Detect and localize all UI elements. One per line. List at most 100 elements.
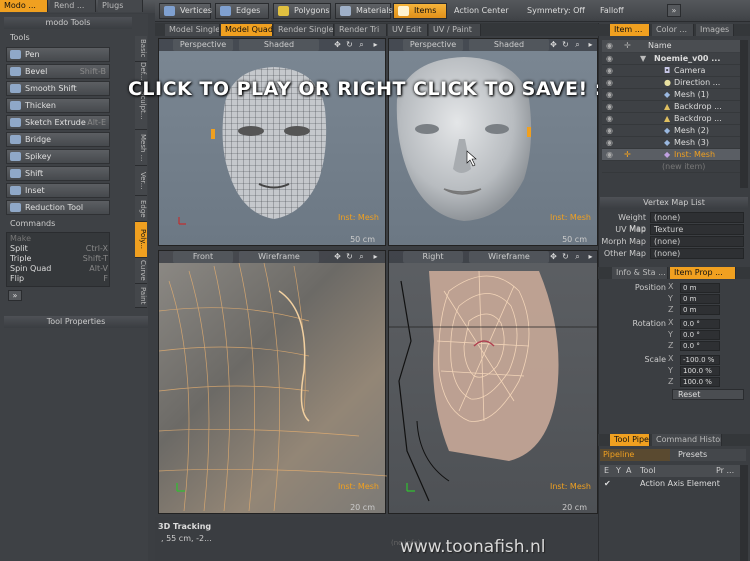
tab-modo[interactable]: Modo ... (0, 0, 48, 12)
col-preset[interactable]: Pr ... (716, 465, 734, 477)
symmetry-dropdown[interactable]: Symmetry: Off (527, 6, 585, 15)
side-tab-vertex[interactable]: Ver... (135, 166, 147, 196)
pipe-scrollbar[interactable] (740, 465, 748, 561)
viewport-perspective-shaded[interactable]: Perspective Shaded ✥ ↻ ⌕ ▸ Inst: Mesh 50… (388, 38, 598, 246)
viewport-right-wireframe[interactable]: Right Wireframe ✥ ↻ ⌕ ▸ Inst: Mesh 20 cm (388, 250, 599, 514)
tab-uv-edit[interactable]: UV Edit (388, 24, 428, 36)
eye-icon: ◉ (606, 126, 613, 135)
tool-thicken-button[interactable]: Thicken (6, 98, 110, 113)
item-row[interactable]: ◉ ● Direction ... (602, 77, 740, 89)
command-split[interactable]: Split Ctrl-X (10, 244, 108, 253)
tool-bevel-button[interactable]: Bevel Shift-B (6, 64, 110, 79)
light-icon: ● (664, 78, 671, 87)
tool-inset-button[interactable]: Inset (6, 183, 110, 198)
tab-item-properties[interactable]: Item Prop ... (670, 267, 736, 279)
tool-pen-button[interactable]: Pen (6, 47, 110, 62)
tab-images[interactable]: Images (696, 24, 734, 36)
mode-edges-button[interactable]: Edges (215, 3, 269, 19)
tab-info-stats[interactable]: Info & Sta ... (612, 267, 668, 279)
side-tab-polygon[interactable]: Poly... (135, 222, 147, 258)
tab-model-single[interactable]: Model Single (165, 24, 220, 36)
eye-icon: ◉ (606, 41, 613, 50)
side-tab-curve[interactable]: Curve (135, 258, 147, 284)
side-tab-mesh[interactable]: Mesh ... (135, 130, 147, 166)
tool-sketch-extrude-button[interactable]: Sketch Extrude Alt-E (6, 115, 110, 130)
command-make[interactable]: Make (10, 234, 108, 243)
action-center-dropdown[interactable]: Action Center (454, 6, 509, 15)
morph-map-dropdown[interactable]: (none) (650, 236, 744, 247)
tab-tool-pipe[interactable]: Tool Pipe (610, 434, 650, 446)
spikey-icon (10, 152, 21, 161)
falloff-dropdown[interactable]: Falloff (600, 6, 624, 15)
item-row[interactable]: ◉ ◘ Camera (602, 65, 740, 77)
scale-x-field[interactable]: -100.0 % (680, 355, 720, 365)
vertex-map-header[interactable]: Vertex Map List (600, 197, 748, 209)
command-flip[interactable]: Flip F (10, 274, 108, 283)
viewport-perspective-wire[interactable]: Perspective Shaded ✥ ↻ ⌕ ▸ Inst: Mesh 50… (158, 38, 386, 246)
command-spin-quad[interactable]: Spin Quad Alt-V (10, 264, 108, 273)
reset-dropdown[interactable]: Reset (672, 389, 744, 400)
side-tab-edge[interactable]: Edge (135, 196, 147, 222)
shift-icon (10, 169, 21, 178)
col-active[interactable]: A (626, 465, 631, 477)
command-triple[interactable]: Triple Shift-T (10, 254, 108, 263)
item-list-scrollbar[interactable] (740, 40, 748, 188)
col-tool[interactable]: Tool (640, 465, 656, 477)
mode-polygons-button[interactable]: Polygons (273, 3, 331, 19)
tab-render-tri[interactable]: Render Tri (335, 24, 387, 36)
tab-color[interactable]: Color ... (652, 24, 694, 36)
viewport-front-wireframe[interactable]: Front Wireframe ✥ ↻ ⌕ ▸ Inst: Mesh 20 cm (158, 250, 387, 514)
side-tab-paint[interactable]: Paint (135, 284, 147, 308)
rotation-z-field[interactable]: 0.0 ° (680, 341, 720, 351)
tool-reduction-button[interactable]: Reduction Tool (6, 200, 110, 215)
pipe-tool-name: Action Axis Element (640, 479, 720, 488)
mode-materials-button[interactable]: Materials (335, 3, 393, 19)
position-z-field[interactable]: 0 m (680, 305, 720, 315)
viewport-scale-label: 50 cm (562, 235, 587, 244)
tab-pipeline[interactable]: Pipeline (600, 449, 670, 461)
col-visible[interactable]: Y (616, 465, 621, 477)
mode-vertices-button[interactable]: Vertices (159, 3, 212, 19)
item-row[interactable]: ◉ ▲ Backdrop ... (602, 113, 740, 125)
item-row[interactable]: ◉ ◆ Mesh (3) (602, 137, 740, 149)
rotation-y-field[interactable]: 0.0 ° (680, 330, 720, 340)
position-x-field[interactable]: 0 m (680, 283, 720, 293)
check-icon[interactable]: ✔ (604, 478, 611, 490)
name-column-header[interactable]: Name (648, 40, 672, 52)
scale-y-field[interactable]: 100.0 % (680, 366, 720, 376)
tool-spikey-button[interactable]: Spikey (6, 149, 110, 164)
more-commands-button[interactable]: » (8, 290, 22, 301)
weight-map-dropdown[interactable]: (none) (650, 212, 744, 223)
mesh-icon: ◆ (664, 126, 671, 135)
play-overlay-text[interactable]: CLICK TO PLAY OR RIGHT CLICK TO SAVE! :) (115, 78, 625, 100)
item-row[interactable]: ◉ ▲ Backdrop ... (602, 101, 740, 113)
tab-item-list[interactable]: Item ... (610, 24, 650, 36)
position-y-field[interactable]: 0 m (680, 294, 720, 304)
new-item-row[interactable]: (new item) (602, 161, 740, 173)
tab-render[interactable]: Rend ... (50, 0, 96, 12)
col-enable[interactable]: E (604, 465, 609, 477)
tool-shift-button[interactable]: Shift (6, 166, 110, 181)
tool-properties-header[interactable]: Tool Properties (4, 316, 148, 328)
tool-smooth-shift-button[interactable]: Smooth Shift (6, 81, 110, 96)
tab-presets[interactable]: Presets (678, 449, 707, 461)
pipe-row[interactable]: ✔ Action Axis Element (600, 478, 740, 490)
tab-model-quad[interactable]: Model Quad (221, 24, 273, 36)
side-tab-basic[interactable]: Basic (135, 36, 147, 62)
tab-render-single[interactable]: Render Single (274, 24, 334, 36)
tab-plugs[interactable]: Plugs (98, 0, 143, 12)
tab-command-history[interactable]: Command History (652, 434, 722, 446)
edges-icon (220, 6, 231, 16)
toolbar-more-button[interactable]: » (667, 4, 681, 17)
scale-z-field[interactable]: 100.0 % (680, 377, 720, 387)
uv-map-dropdown[interactable]: Texture (650, 224, 744, 235)
item-row[interactable]: ◉ ▼ Noemie_v00 ... (602, 53, 740, 65)
item-row[interactable]: ◉ ◆ Mesh (1) (602, 89, 740, 101)
rotation-x-field[interactable]: 0.0 ° (680, 319, 720, 329)
other-map-dropdown[interactable]: (none) (650, 248, 744, 259)
item-row[interactable]: ◉ ◆ Mesh (2) (602, 125, 740, 137)
mode-items-button[interactable]: Items (393, 3, 447, 19)
tool-bridge-button[interactable]: Bridge (6, 132, 110, 147)
item-row-selected[interactable]: ◉ ✛ ◆ Inst: Mesh (602, 149, 740, 161)
tab-uv-paint[interactable]: UV / Paint (429, 24, 481, 36)
